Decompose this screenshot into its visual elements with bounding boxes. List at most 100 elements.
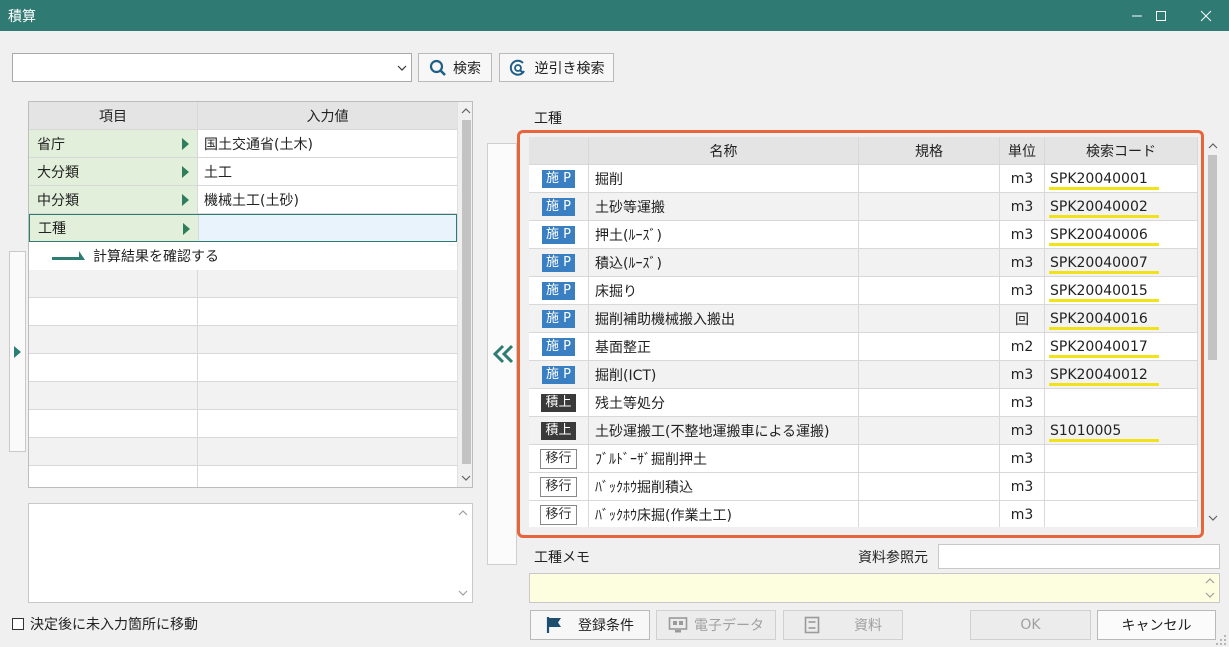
table-row[interactable]: 移行 ﾊﾞｯｸﾎｳ掘削積込 m3 (529, 473, 1198, 501)
ok-button[interactable]: OK (970, 610, 1091, 640)
close-button[interactable] (1183, 0, 1229, 31)
table-row[interactable]: 移行 ﾌﾞﾙﾄﾞｰｻﾞ掘削押土 m3 (529, 445, 1198, 473)
item-unit: m3 (1000, 193, 1045, 220)
table-row[interactable]: 施 P 基面整正 m2 SPK20040017 (529, 333, 1198, 361)
scroll-down-icon[interactable] (1205, 592, 1215, 598)
double-chevron-left-icon (492, 344, 514, 364)
item-name: 基面整正 (589, 333, 859, 360)
item-spec (859, 249, 1000, 276)
search-combobox[interactable] (12, 53, 412, 82)
construction-tag: 施 P (542, 197, 575, 216)
electronic-data-label: 電子データ (694, 618, 764, 634)
empty-row (29, 438, 457, 466)
construction-tag: 施 P (542, 309, 575, 328)
register-conditions-button[interactable]: 登録条件 (530, 610, 650, 640)
item-name: 掘削(ICT) (589, 361, 859, 388)
work-type-grid: 名称 規格 単位 検索コード 施 P 掘削 m3 SPK20040001 施 P… (529, 137, 1198, 527)
scroll-up-icon[interactable] (1205, 578, 1215, 584)
table-row[interactable]: 積上 土砂運搬工(不整地運搬車による運搬) m3 S1010005 (529, 417, 1198, 445)
item-name: 押土(ﾙｰｽﾞ) (589, 221, 859, 248)
register-conditions-label: 登録条件 (578, 618, 634, 634)
reverse-search-button[interactable]: 逆引き検索 (499, 53, 614, 82)
item-unit: m3 (1000, 501, 1045, 527)
condition-row-middle-class[interactable]: 中分類 機械土工(土砂) (29, 186, 457, 214)
estimate-tag: 積上 (541, 421, 576, 440)
title-bar: 積算 (0, 0, 1229, 31)
work-type-memo-field[interactable] (529, 573, 1220, 603)
confirm-results-row[interactable]: 計算結果を確認する (29, 242, 457, 270)
confirm-results-link: 計算結果を確認する (93, 249, 219, 265)
maximize-icon (1156, 10, 1166, 21)
table-row[interactable]: 施 P 床掘り m3 SPK20040015 (529, 277, 1198, 305)
scroll-down-icon[interactable] (458, 590, 468, 596)
scroll-down-icon[interactable] (1208, 515, 1218, 521)
condition-label: 省庁 (37, 136, 65, 153)
table-row[interactable]: 施 P 押土(ﾙｰｽﾞ) m3 SPK20040006 (529, 221, 1198, 249)
reverse-search-button-label: 逆引き検索 (534, 60, 605, 77)
condition-value: 機械土工(土砂) (204, 192, 299, 209)
code-highlight (1049, 383, 1159, 386)
scroll-down-icon[interactable] (461, 475, 471, 481)
construction-tag: 施 P (542, 169, 575, 188)
scroll-up-icon[interactable] (461, 108, 471, 114)
collapse-panel-button[interactable] (487, 143, 517, 565)
item-name: ﾌﾞﾙﾄﾞｰｻﾞ掘削押土 (589, 445, 859, 472)
construction-tag: 施 P (542, 225, 575, 244)
scroll-up-icon[interactable] (458, 510, 468, 516)
table-row[interactable]: 施 P 積込(ﾙｰｽﾞ) m3 SPK20040007 (529, 249, 1198, 277)
column-header-unit: 単位 (1000, 137, 1045, 164)
reference-source-field[interactable] (938, 544, 1220, 569)
left-grid-scrollbar[interactable] (457, 102, 472, 487)
scrollbar-thumb[interactable] (1208, 155, 1217, 360)
table-row[interactable]: 施 P 掘削(ICT) m3 SPK20040012 (529, 361, 1198, 389)
item-unit: m3 (1000, 165, 1045, 192)
expand-arrow-icon (182, 166, 189, 178)
work-type-section-label: 工種 (534, 111, 562, 127)
ok-label: OK (1020, 617, 1041, 633)
work-type-grid-scrollbar[interactable] (1205, 137, 1220, 527)
cancel-button[interactable]: キャンセル (1097, 610, 1216, 640)
table-row[interactable]: 積上 残土等処分 m3 (529, 389, 1198, 417)
item-name: 掘削 (589, 165, 859, 192)
column-header-item: 項目 (29, 102, 198, 129)
item-code: SPK20040012 (1050, 366, 1148, 383)
empty-row (29, 298, 457, 326)
book-icon (804, 616, 820, 634)
code-highlight (1049, 299, 1159, 302)
left-memo-area[interactable] (28, 503, 473, 603)
empty-row (29, 410, 457, 438)
electronic-data-button[interactable]: 電子データ (656, 610, 776, 640)
maximize-button[interactable] (1138, 0, 1184, 31)
cancel-label: キャンセル (1121, 618, 1192, 634)
item-name: 床掘り (589, 277, 859, 304)
condition-row-major-class[interactable]: 大分類 土工 (29, 158, 457, 186)
construction-tag: 施 P (542, 337, 575, 356)
table-row[interactable]: 施 P 掘削 m3 SPK20040001 (529, 165, 1198, 193)
condition-row-ministry[interactable]: 省庁 国土交通省(土木) (29, 130, 457, 158)
search-icon (429, 59, 446, 76)
condition-label: 中分類 (37, 192, 79, 209)
material-button[interactable]: 資料 (783, 610, 903, 640)
table-row[interactable]: 施 P 掘削補助機械搬入搬出 回 SPK20040016 (529, 305, 1198, 333)
table-row[interactable]: 移行 ﾊﾞｯｸﾎｳ床掘(作業土工) m3 (529, 501, 1198, 527)
item-name: 土砂等運搬 (589, 193, 859, 220)
left-panel-handle[interactable] (9, 251, 26, 452)
item-unit: 回 (1000, 305, 1045, 332)
resize-grip-icon[interactable] (1216, 635, 1227, 646)
table-row[interactable]: 施 P 土砂等運搬 m3 SPK20040002 (529, 193, 1198, 221)
scroll-up-icon[interactable] (1208, 143, 1218, 149)
checkbox-box[interactable] (12, 618, 24, 630)
item-unit: m3 (1000, 277, 1045, 304)
move-to-empty-checkbox[interactable]: 決定後に未入力箇所に移動 (12, 614, 198, 634)
code-highlight (1049, 243, 1159, 246)
column-header-code: 検索コード (1045, 137, 1198, 164)
search-button-label: 検索 (453, 60, 481, 77)
chevron-down-icon (397, 65, 407, 71)
item-name: 土砂運搬工(不整地運搬車による運搬) (589, 417, 859, 444)
empty-row (29, 354, 457, 382)
code-highlight (1049, 215, 1159, 218)
scrollbar-thumb[interactable] (462, 120, 471, 464)
search-button[interactable]: 検索 (418, 53, 492, 82)
item-spec (859, 473, 1000, 500)
condition-row-work-type[interactable]: 工種 (29, 214, 457, 242)
